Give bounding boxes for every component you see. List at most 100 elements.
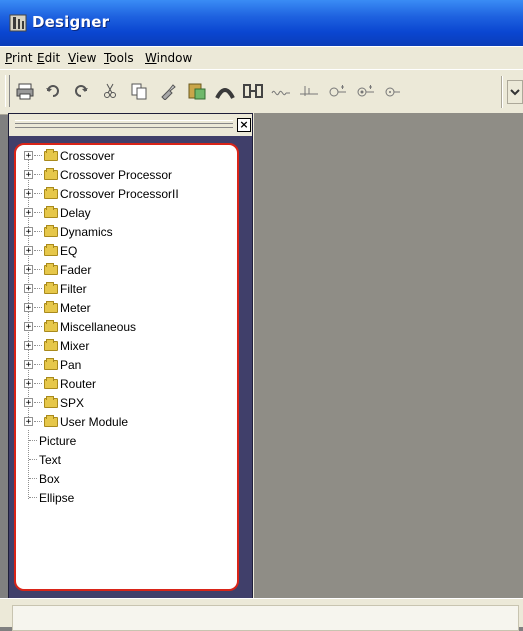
panel-close-button[interactable]: × [237,118,251,132]
menu-edit[interactable]: Edit [37,51,60,65]
tree-item-ellipse[interactable]: Ellipse [24,488,74,507]
toolbar [0,69,523,115]
folder-icon [44,338,58,351]
print-icon[interactable] [14,80,36,102]
design-canvas[interactable] [251,113,523,598]
undo-icon[interactable] [42,80,64,102]
panel-header: × [9,114,252,136]
tree-item-label: Picture [39,433,77,448]
tree-item-crossover[interactable]: + Crossover [24,146,115,165]
folder-icon [44,357,58,370]
expand-icon[interactable]: + [24,265,33,275]
tree-item-filter[interactable]: + Filter [24,279,87,298]
folder-icon [44,262,58,275]
status-field [12,605,519,631]
component-tree[interactable]: + Crossover + Crossover Processor + Crossov… [14,143,239,591]
expand-icon[interactable]: + [24,322,33,332]
folder-icon [44,148,58,161]
tree-item-label: Fader [60,262,92,277]
toolbar-dropdown-button[interactable] [507,80,523,104]
title-bar: Designer [0,0,523,46]
folder-icon [44,395,58,408]
folder-icon [44,224,58,237]
expand-icon[interactable]: + [24,284,33,294]
tree-item-miscellaneous[interactable]: + Miscellaneous [24,317,136,336]
tree-item-label: Box [39,471,60,486]
tree-item-label: Router [60,376,97,391]
expand-icon[interactable]: + [24,398,33,408]
tree-item-label: Mixer [60,338,90,353]
tree-item-label: Miscellaneous [60,319,137,334]
tree-item-meter[interactable]: + Meter [24,298,91,317]
folder-icon [44,376,58,389]
tree-item-label: Delay [60,205,91,220]
folder-icon [44,414,58,427]
expand-icon[interactable]: + [24,303,33,313]
menu-print[interactable]: Print [5,51,33,65]
window-title: Designer [32,13,110,31]
tree-item-pan[interactable]: + Pan [24,355,81,374]
tree-item-dynamics[interactable]: + Dynamics [24,222,113,241]
paint-icon[interactable] [157,80,179,102]
tree-item-label: Text [39,452,62,467]
panel-grip[interactable] [15,120,233,128]
chevron-down-icon [510,89,520,96]
expand-icon[interactable]: + [24,189,33,199]
tree-item-delay[interactable]: + Delay [24,203,91,222]
filter-icon[interactable] [326,80,348,102]
tree-item-crossover-processor[interactable]: + Crossover Processor [24,165,172,184]
folder-icon [44,243,58,256]
tree-item-router[interactable]: + Router [24,374,96,393]
tree-item-label: Ellipse [39,490,75,505]
tree-item-user-module[interactable]: + User Module [24,412,128,431]
expand-icon[interactable]: + [24,246,33,256]
tree-item-label: Filter [60,281,87,296]
folder-icon [44,167,58,180]
expand-icon[interactable]: + [24,151,33,161]
expand-icon[interactable]: + [24,379,33,389]
tree-item-label: Crossover Processor [60,167,173,182]
expand-icon[interactable]: + [24,417,33,427]
tree-item-label: Crossover [60,148,115,163]
link-icon[interactable] [242,80,264,102]
app-icon [9,14,27,32]
toolbar-grip[interactable] [5,75,10,107]
tree-item-spx[interactable]: + SPX [24,393,84,412]
tree-item-label: Pan [60,357,82,372]
cut-icon[interactable] [99,80,121,102]
tree-item-crossover-processor-ii[interactable]: + Crossover ProcessorII [24,184,179,203]
tree-item-mixer[interactable]: + Mixer [24,336,89,355]
arc-icon[interactable] [214,80,236,102]
folder-icon [44,300,58,313]
menu-window[interactable]: Window [145,51,192,65]
tree-item-box[interactable]: Box [24,469,60,488]
paste-icon[interactable] [186,80,208,102]
menu-tools[interactable]: Tools [104,51,134,65]
expand-icon[interactable]: + [24,341,33,351]
expand-icon[interactable]: + [24,227,33,237]
folder-icon [44,205,58,218]
tree-item-text[interactable]: Text [24,450,61,469]
tree-item-eq[interactable]: + EQ [24,241,77,260]
expand-icon[interactable]: + [24,360,33,370]
toolbar-separator [501,76,503,108]
tree-item-label: SPX [60,395,85,410]
copy-icon[interactable] [128,80,150,102]
meter-icon[interactable] [270,80,292,102]
fader-icon[interactable] [298,80,320,102]
dial-icon[interactable] [382,80,404,102]
tree-item-fader[interactable]: + Fader [24,260,91,279]
redo-icon[interactable] [70,80,92,102]
folder-icon [44,319,58,332]
tree-item-picture[interactable]: Picture [24,431,76,450]
tree-item-label: EQ [60,243,78,258]
menu-bar: Print Edit View Tools Window [0,46,523,70]
tree-item-label: Crossover ProcessorII [60,186,179,201]
tree-item-label: Meter [60,300,91,315]
expand-icon[interactable]: + [24,170,33,180]
status-bar [0,598,523,631]
menu-view[interactable]: View [68,51,96,65]
expand-icon[interactable]: + [24,208,33,218]
eq-icon[interactable] [354,80,376,102]
tree-item-label: User Module [60,414,129,429]
